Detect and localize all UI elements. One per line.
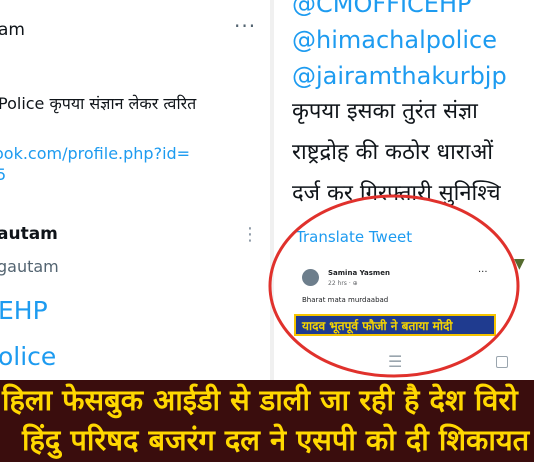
tweet-user-name[interactable]: am <box>0 20 25 40</box>
more-horizontal-icon[interactable]: ··· <box>234 14 256 38</box>
translate-tweet-link[interactable]: Translate Tweet <box>296 228 412 246</box>
reply-user-handle[interactable]: gautam <box>0 257 59 276</box>
tweet-text-hindi: Police कृपया संज्ञान लेकर त्वरित <box>0 94 197 113</box>
fb-banner-text: यादव भूतपूर्व फौजी ने बताया मोदी <box>302 319 453 333</box>
news-caption-banner: हिला फेसबुक आईडी से डाली जा रही है देश व… <box>0 380 534 462</box>
caption-line-2: हिंदु परिषद बजरंग दल ने एसपी को दी शिकाय… <box>22 423 530 457</box>
tweet-text-line: कृपया इसका तुरंत संज्ञा <box>292 99 478 124</box>
tweet-mentions: @CMOFFICEHP @himachalpolice @jairamthaku… <box>292 0 507 94</box>
tweet-text-line: दर्ज कर गिरफ्तारी सुनिश्चि <box>292 181 501 206</box>
caption-line-1: हिला फेसबुक आईडी से डाली जा रही है देश व… <box>2 383 518 417</box>
nav-square-icon[interactable] <box>496 356 508 368</box>
mention-link[interactable]: @himachalpolice <box>292 22 507 58</box>
kebab-menu-icon[interactable]: ⋮ <box>241 224 259 245</box>
avatar[interactable] <box>302 269 319 286</box>
facebook-profile-link-cont[interactable]: 5 <box>0 165 6 184</box>
facebook-post-card[interactable]: Samina Yasmen 22 hrs · ⊕ ··· Bharat mata… <box>294 258 496 342</box>
fb-post-time: 22 hrs · ⊕ <box>328 280 358 287</box>
left-tweet-screenshot: am ··· Police कृपया संज्ञान लेकर त्वरित … <box>0 0 270 390</box>
mention-link[interactable]: olice <box>0 342 56 371</box>
reply-user-name[interactable]: autam <box>0 224 58 244</box>
more-horizontal-icon[interactable]: ··· <box>478 267 488 278</box>
tweet-text-line: राष्ट्रद्रोह की कठोर धाराओं <box>292 140 493 165</box>
nav-menu-icon[interactable]: ☰ <box>388 352 402 371</box>
fb-post-banner: यादव भूतपूर्व फौजी ने बताया मोदी <box>294 314 496 336</box>
fb-author-name[interactable]: Samina Yasmen <box>328 269 390 277</box>
mention-link[interactable]: @jairamthakurbjp <box>292 58 507 94</box>
fb-post-text: Bharat mata murdaabad <box>302 296 389 304</box>
right-tweet-screenshot: @CMOFFICEHP @himachalpolice @jairamthaku… <box>270 0 534 390</box>
emoji-icon: ▼ <box>514 256 525 272</box>
mention-link[interactable]: @CMOFFICEHP <box>292 0 507 22</box>
facebook-profile-link[interactable]: ook.com/profile.php?id= <box>0 144 190 163</box>
mention-link[interactable]: EHP <box>0 296 48 325</box>
